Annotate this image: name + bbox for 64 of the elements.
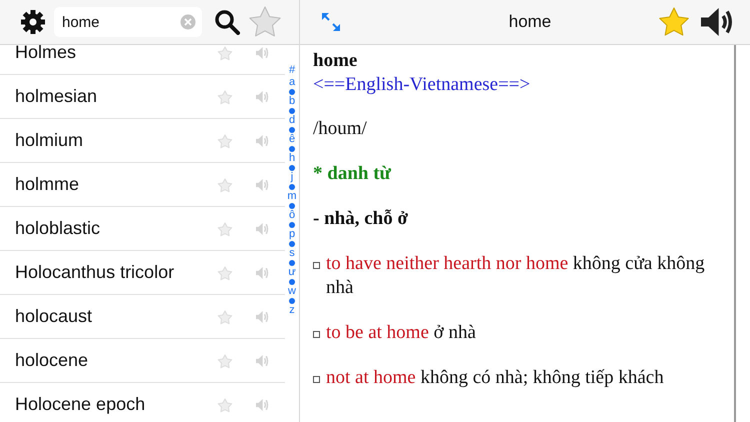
index-letter[interactable]: z <box>289 305 295 316</box>
speaker-icon[interactable] <box>700 7 734 37</box>
dot-icon <box>289 298 295 304</box>
dot-icon <box>289 89 295 95</box>
expand-icon[interactable] <box>320 11 342 33</box>
index-letter[interactable]: ư <box>288 267 296 278</box>
star-icon[interactable] <box>217 220 233 236</box>
index-letter[interactable]: j <box>290 172 294 183</box>
search-field[interactable]: home <box>54 7 202 37</box>
index-letter[interactable]: # <box>288 65 296 76</box>
star-icon[interactable] <box>217 132 233 148</box>
star-icon[interactable] <box>217 88 233 104</box>
star-icon[interactable] <box>217 45 233 60</box>
star-icon[interactable] <box>217 176 233 192</box>
entry-title: home <box>508 12 552 32</box>
star-icon[interactable] <box>217 396 233 412</box>
star-icon[interactable] <box>248 5 282 39</box>
word-item[interactable]: Holmes <box>15 45 217 63</box>
clear-icon[interactable] <box>180 14 196 30</box>
dot-icon <box>289 203 295 209</box>
dot-icon <box>289 222 295 228</box>
word-item[interactable]: holmme <box>15 174 217 195</box>
index-letter[interactable]: a <box>288 77 296 88</box>
word-item[interactable]: holocene <box>15 350 217 371</box>
dictionary-label: <==English-Vietnamese==> <box>313 73 532 97</box>
example-text: to be at home ở nhà <box>326 321 476 345</box>
dot-icon <box>289 108 295 114</box>
dot-icon <box>289 146 295 152</box>
bullet-icon <box>313 262 320 269</box>
bullet-icon <box>313 376 320 383</box>
dot-icon <box>289 127 295 133</box>
dot-icon <box>289 184 295 190</box>
word-item[interactable]: holocaust <box>15 306 217 327</box>
bullet-icon <box>313 331 320 338</box>
word-item[interactable]: holoblastic <box>15 218 217 239</box>
favorite-star-icon[interactable] <box>658 6 690 38</box>
word-item[interactable]: holmium <box>15 130 217 151</box>
pronunciation: /houm/ <box>313 117 368 141</box>
word-item[interactable]: holmesian <box>15 86 217 107</box>
word-item[interactable]: Holocanthus tricolor <box>15 262 217 283</box>
star-icon[interactable] <box>217 352 233 368</box>
index-letter[interactable]: m <box>287 191 297 202</box>
index-letter[interactable]: h <box>288 153 296 164</box>
example-text: not at home không có nhà; không tiếp khách <box>326 366 664 390</box>
dot-icon <box>289 260 295 266</box>
settings-icon[interactable] <box>20 9 46 35</box>
index-letter[interactable]: d <box>288 115 296 126</box>
word-item[interactable]: Holocene epoch <box>15 394 217 415</box>
star-icon[interactable] <box>217 308 233 324</box>
part-of-speech: * danh từ <box>313 162 392 186</box>
index-letter[interactable]: s <box>289 248 295 259</box>
index-letter[interactable]: b <box>288 96 296 107</box>
search-icon[interactable] <box>214 9 240 35</box>
index-letter[interactable]: w <box>288 286 296 297</box>
example-text: to have neither hearth nor home không cửa không nhà <box>326 252 706 300</box>
definition: - nhà, chỗ ở <box>313 207 409 231</box>
headword: home <box>313 49 358 73</box>
index-letter[interactable]: ê <box>288 134 296 145</box>
index-letter[interactable]: p <box>288 229 296 240</box>
star-icon[interactable] <box>217 264 233 280</box>
dot-icon <box>289 241 295 247</box>
index-letter[interactable]: ô <box>288 210 296 221</box>
dot-icon <box>289 165 295 171</box>
dot-icon <box>289 279 295 285</box>
